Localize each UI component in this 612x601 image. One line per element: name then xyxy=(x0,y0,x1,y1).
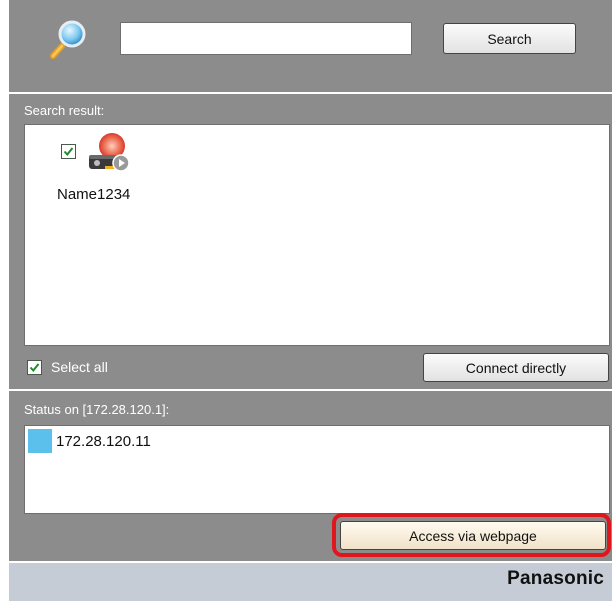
search-result-label: Search result: xyxy=(24,103,105,118)
result-item-checkbox[interactable] xyxy=(61,144,76,159)
projector-device-icon[interactable] xyxy=(85,131,133,177)
search-button[interactable]: Search xyxy=(443,23,576,54)
select-all-checkbox[interactable] xyxy=(27,360,42,375)
status-item-ip[interactable]: 172.28.120.11 xyxy=(56,433,151,450)
status-color-indicator xyxy=(28,429,52,453)
result-item-name[interactable]: Name1234 xyxy=(57,186,130,203)
search-icon xyxy=(48,16,92,60)
checkmark-icon xyxy=(29,363,40,373)
select-all-label[interactable]: Select all xyxy=(51,359,108,375)
status-label: Status on [172.28.120.1]: xyxy=(24,402,170,417)
search-input[interactable] xyxy=(120,22,412,55)
connect-directly-button[interactable]: Connect directly xyxy=(423,353,609,382)
access-via-webpage-button[interactable]: Access via webpage xyxy=(340,521,606,550)
checkmark-icon xyxy=(63,147,74,157)
brand-logo: Panasonic xyxy=(507,568,604,589)
